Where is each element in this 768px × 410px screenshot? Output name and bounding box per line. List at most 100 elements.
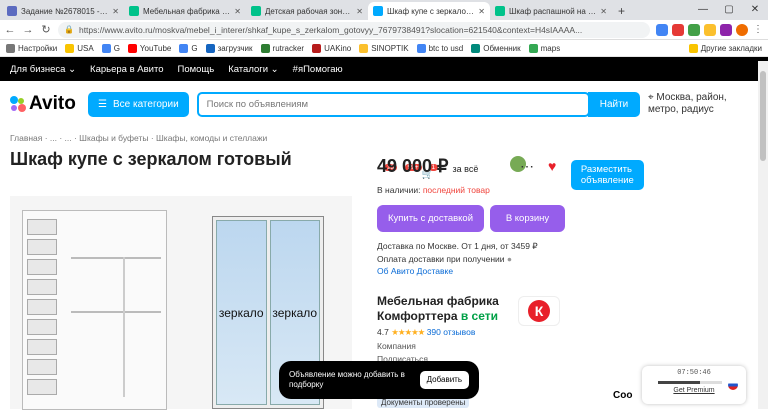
- browser-tab[interactable]: Задание №2678015 - просмо ✕: [2, 2, 124, 20]
- other-bookmarks[interactable]: Другие закладки: [688, 43, 762, 53]
- cookie-banner-text: Coo: [613, 390, 633, 401]
- browser-tab-bar: Задание №2678015 - просмо ✕ Мебельная фаб…: [0, 0, 768, 20]
- more-icon[interactable]: ⋯: [520, 158, 534, 175]
- new-tab-icon[interactable]: +: [612, 2, 631, 20]
- close-window-icon[interactable]: ✕: [742, 0, 768, 20]
- seller-rating[interactable]: 4.7 ★★★★★ 390 отзывов: [377, 327, 567, 338]
- download-icon: [205, 43, 215, 53]
- help-link[interactable]: Помощь: [178, 64, 215, 75]
- post-ad-button[interactable]: Разместить объявление: [570, 160, 644, 190]
- bookmark[interactable]: G: [179, 43, 198, 53]
- toast-text: Объявление можно добавить в подборку: [289, 370, 405, 389]
- google-icon: [416, 43, 426, 53]
- career-link[interactable]: Карьера в Авито: [90, 64, 163, 75]
- delivery-info: Доставка по Москве. От 1 дня, от 3459 ₽ …: [377, 240, 567, 278]
- avito-logo-icon: [10, 96, 26, 112]
- extension-icon[interactable]: [656, 23, 668, 36]
- availability: В наличии: последний товар: [377, 185, 490, 195]
- search-input[interactable]: Поиск по объявлениям: [196, 91, 590, 117]
- folder-icon: [688, 43, 698, 53]
- url-field[interactable]: 🔒 https://www.avito.ru/moskva/mebel_i_int…: [58, 21, 650, 38]
- bookmark[interactable]: загрузчик: [205, 43, 253, 53]
- help-tag-link[interactable]: #яПомогаю: [293, 64, 343, 75]
- bookmark[interactable]: SINOPTIK: [359, 43, 409, 53]
- bookmark[interactable]: G: [101, 43, 120, 53]
- tab-title: Задание №2678015 - просмо: [21, 6, 108, 16]
- browser-tab-active[interactable]: Шкаф купе с зеркалом готовы ✕: [368, 2, 490, 20]
- extension-icon[interactable]: [672, 23, 684, 36]
- avito-logo[interactable]: Avito: [10, 93, 80, 115]
- close-icon[interactable]: ✕: [234, 7, 241, 16]
- bookmark[interactable]: USA: [65, 43, 94, 53]
- close-icon[interactable]: ✕: [600, 7, 607, 16]
- url-text: https://www.avito.ru/moskva/mebel_i_inte…: [78, 24, 583, 35]
- seller-logo-letter: К: [528, 300, 550, 322]
- buy-with-delivery-button[interactable]: Купить с доставкой: [377, 205, 484, 232]
- location-selector[interactable]: ⌖ Москва, район, метро, радиус: [648, 92, 758, 116]
- tab-favicon-icon: [7, 6, 17, 16]
- tab-favicon-icon: [373, 6, 383, 16]
- extension-icon[interactable]: [704, 23, 716, 36]
- bookmark[interactable]: UAKino: [312, 43, 351, 53]
- delivery-link[interactable]: Об Авито Доставке: [377, 265, 567, 278]
- close-icon[interactable]: ✕: [112, 7, 119, 16]
- clock: 07:50:46: [677, 369, 711, 377]
- bookmark[interactable]: maps: [528, 43, 560, 53]
- mirror-label: зеркало: [216, 220, 267, 405]
- maximize-icon[interactable]: ▢: [716, 0, 742, 20]
- heart-icon[interactable]: ♥: [548, 158, 556, 175]
- add-to-cart-button[interactable]: В корзину: [490, 205, 565, 232]
- business-link[interactable]: Для бизнеса ⌄: [10, 64, 76, 75]
- seller-type: Компания: [377, 340, 416, 351]
- bookmark[interactable]: Обменник: [471, 43, 521, 53]
- bookmarks-bar: Настройки USA G YouTube G загрузчик rutr…: [0, 40, 768, 57]
- catalogs-link[interactable]: Каталоги ⌄: [228, 64, 278, 75]
- exchange-icon: [471, 43, 481, 53]
- extension-icon[interactable]: [688, 23, 700, 36]
- window-controls: — ▢ ✕: [690, 0, 768, 20]
- premium-link[interactable]: Get Premium: [648, 387, 740, 394]
- bookmark[interactable]: YouTube: [127, 43, 171, 53]
- extensions: ⋮: [656, 23, 764, 36]
- listing-actions: ⋯ ♥: [520, 158, 556, 175]
- bookmark[interactable]: Настройки: [6, 43, 57, 53]
- toast: Объявление можно добавить в подборку Доб…: [279, 361, 479, 399]
- close-icon[interactable]: ✕: [356, 7, 363, 16]
- avito-top-bar: Для бизнеса ⌄ Карьера в Авито Помощь Кат…: [0, 57, 768, 194]
- menu-icon[interactable]: ⋮: [752, 24, 764, 36]
- toast-add-button[interactable]: Добавить: [419, 371, 469, 389]
- browser-tab[interactable]: Мебельная фабрика Комфорт ✕: [124, 2, 246, 20]
- browser-tab[interactable]: Шкаф распашной на заказ куп✕: [490, 2, 612, 20]
- wardrobe-drawing: [22, 210, 167, 410]
- scrollbar[interactable]: [758, 61, 768, 409]
- extension-icon[interactable]: [736, 23, 748, 36]
- tab-title: Мебельная фабрика Комфорт: [143, 6, 230, 16]
- bookmark[interactable]: btc to usd: [416, 43, 463, 53]
- find-button[interactable]: Найти: [588, 91, 640, 117]
- youtube-icon: [127, 43, 137, 53]
- minimize-icon[interactable]: —: [690, 0, 716, 20]
- product-info: 49 000 ₽ за всё В наличии: последний това…: [377, 156, 567, 364]
- seller-logo[interactable]: К: [518, 296, 560, 326]
- player-widget[interactable]: 07:50:46 Get Premium: [642, 366, 746, 404]
- extension-icon[interactable]: [720, 23, 732, 36]
- lock-icon: 🔒: [64, 25, 74, 34]
- breadcrumb[interactable]: Главная · ... · ... · Шкафы и буфеты · Ш…: [0, 133, 768, 147]
- flag-icon[interactable]: [728, 380, 738, 390]
- reload-icon[interactable]: ↻: [40, 23, 52, 36]
- google-icon: [101, 43, 111, 53]
- back-icon[interactable]: ←: [4, 24, 16, 36]
- maps-icon: [528, 43, 538, 53]
- forward-icon[interactable]: →: [22, 24, 34, 36]
- all-categories-button[interactable]: ☰ Все категории: [88, 91, 189, 117]
- search-row: Avito ☰ Все категории Поиск по объявления…: [0, 81, 768, 127]
- progress-bar[interactable]: [658, 381, 722, 384]
- info-icon[interactable]: ●: [507, 254, 512, 264]
- tab-favicon-icon: [495, 6, 505, 16]
- browser-tab[interactable]: Детская рабочая зона у окна ✕: [246, 2, 368, 20]
- tab-title: Детская рабочая зона у окна: [265, 6, 352, 16]
- tab-favicon-icon: [251, 6, 261, 16]
- uakino-icon: [312, 43, 322, 53]
- close-icon[interactable]: ✕: [478, 7, 485, 16]
- bookmark[interactable]: rutracker: [260, 43, 304, 53]
